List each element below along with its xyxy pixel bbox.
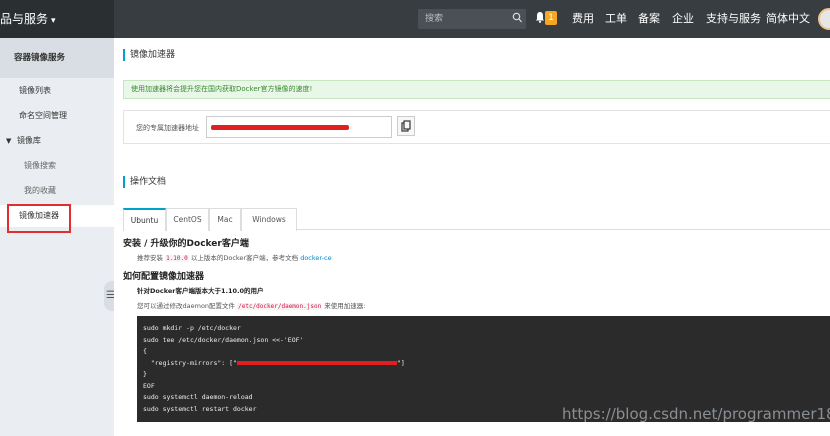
sidebar: 容器镜像服务 镜像列表 命名空间管理 ▼ 镜像库 镜像搜索 我的收藏 镜像加速器… (0, 38, 120, 436)
config-subheading: 针对Docker客户端版本大于1.10.0的用户 (137, 287, 264, 295)
docs-section-title: 操作文档 (123, 176, 166, 188)
nav-enterprise[interactable]: 企业 (672, 0, 694, 38)
sidebar-item-image-search[interactable]: 镜像搜索 (0, 155, 114, 177)
code-line-mirrors: "registry-mirrors": [" "] (143, 358, 830, 370)
sidebar-item-label: 镜像库 (16, 136, 41, 145)
accelerator-address-panel: 您的专属加速器地址 (123, 110, 830, 144)
install-heading: 安装 / 升级你的Docker客户端 (123, 239, 249, 249)
caret-down-icon: ▼ (6, 137, 12, 145)
search-input[interactable] (418, 9, 504, 29)
code-line-suffix: "] (396, 358, 405, 367)
bell-icon[interactable] (535, 11, 545, 26)
redacted-address (211, 125, 349, 130)
tab-centos[interactable]: CentOS (166, 208, 209, 231)
sidebar-item-namespace[interactable]: 命名空间管理 (0, 105, 114, 127)
os-tabs: Ubuntu CentOS Mac Windows (123, 208, 830, 231)
code-line: sudo mkdir -p /etc/docker (143, 324, 241, 332)
code-line: EOF (143, 381, 155, 390)
search-icon[interactable] (512, 12, 522, 27)
sidebar-item-image-repo[interactable]: ▼ 镜像库 (0, 130, 114, 152)
tab-mac[interactable]: Mac (209, 208, 241, 231)
nav-tickets[interactable]: 工单 (605, 0, 627, 38)
nav-language[interactable]: 简体中文 (766, 0, 810, 38)
product-menu-label: 品与服务 (0, 12, 49, 26)
copy-button[interactable] (397, 116, 415, 136)
code-line: { (143, 347, 147, 355)
highlight-box (7, 204, 71, 233)
address-label: 您的专属加速器地址 (136, 124, 199, 132)
product-menu[interactable]: 品与服务 ▾ (0, 0, 114, 38)
watermark: https://blog.csdn.net/programmer188 (562, 405, 830, 423)
avatar[interactable] (818, 8, 830, 30)
page-title: 镜像加速器 (123, 49, 175, 61)
config-text: 您可以通过修改daemon配置文件 /etc/docker/daemon.jso… (137, 300, 366, 310)
docker-ce-link[interactable]: docker-ce (300, 254, 331, 262)
install-version: 1.10.0 (165, 255, 189, 262)
code-line: sudo systemctl daemon-reload (143, 393, 253, 401)
nav-filing[interactable]: 备案 (638, 0, 660, 38)
config-text-suffix: 来使用加速器: (324, 302, 366, 310)
code-line: sudo tee /etc/docker/daemon.json <<-'EOF… (143, 335, 304, 344)
tab-windows[interactable]: Windows (241, 208, 297, 231)
code-line: } (143, 370, 147, 378)
sidebar-item-favorites[interactable]: 我的收藏 (0, 180, 114, 202)
main-content: 镜像加速器 使用加速器将会提升您在国内获取Docker官方镜像的速度! 您的专属… (114, 38, 830, 436)
config-heading: 如何配置镜像加速器 (123, 272, 205, 282)
config-text-prefix: 您可以通过修改daemon配置文件 (137, 302, 236, 310)
nav-billing[interactable]: 费用 (572, 0, 594, 38)
install-text: 推荐安装 1.10.0 以上版本的Docker客户端，参考文档 docker-c… (137, 252, 332, 262)
caret-down-icon: ▾ (51, 16, 56, 26)
sidebar-title: 容器镜像服务 (0, 38, 114, 78)
search-box (418, 9, 526, 29)
install-text-prefix: 推荐安装 (137, 254, 163, 262)
sidebar-item-image-list[interactable]: 镜像列表 (0, 80, 114, 102)
top-navigation-bar: 品与服务▾ 1 费用 工单 备案 企业 支持与服务 简体中文 (0, 0, 830, 38)
copy-icon (401, 120, 411, 132)
install-text-mid: 以上版本的Docker客户端，参考文档 (190, 254, 299, 262)
redacted-mirror-url (236, 360, 397, 365)
config-path: /etc/docker/daemon.json (237, 303, 323, 310)
info-notice: 使用加速器将会提升您在国内获取Docker官方镜像的速度! (123, 80, 830, 99)
tab-ubuntu[interactable]: Ubuntu (123, 208, 166, 231)
accelerator-address-field[interactable] (206, 116, 392, 138)
code-line-prefix: "registry-mirrors": [" (143, 358, 237, 367)
notification-badge: 1 (545, 11, 557, 25)
nav-support[interactable]: 支持与服务 (706, 0, 761, 38)
